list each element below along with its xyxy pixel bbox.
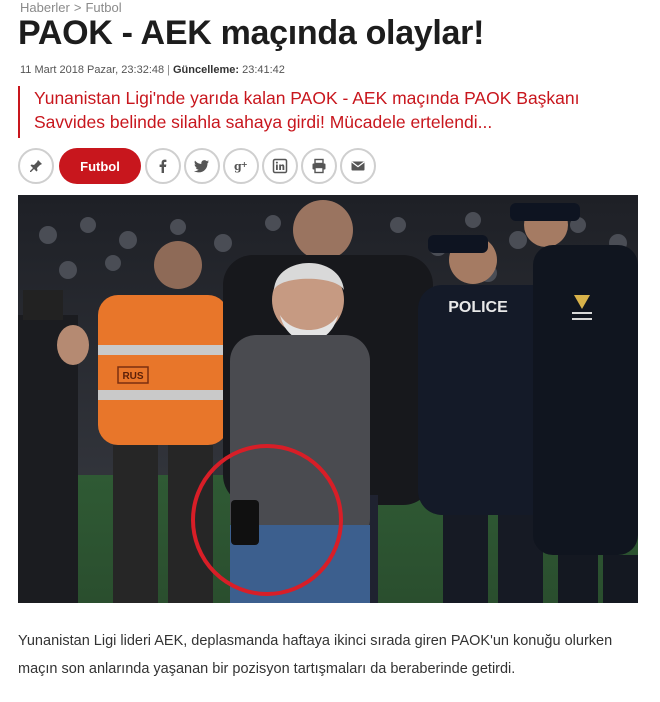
category-tag-button[interactable]: Futbol bbox=[59, 148, 141, 184]
breadcrumb: Haberler > Futbol bbox=[20, 0, 122, 15]
twitter-icon bbox=[194, 160, 209, 173]
email-icon bbox=[351, 161, 365, 171]
meta-separator: | bbox=[167, 64, 170, 76]
vest-label: RUS bbox=[122, 371, 143, 382]
breadcrumb-separator: > bbox=[73, 0, 82, 15]
police-label: POLICE bbox=[448, 299, 508, 316]
article-photo-illustration: RUS POLICE bbox=[18, 195, 638, 603]
article-photo: RUS POLICE bbox=[18, 195, 638, 603]
article-body-paragraph: Yunanistan Ligi lideri AEK, deplasmanda … bbox=[18, 633, 613, 677]
print-icon bbox=[312, 158, 326, 174]
updated-label: Güncelleme: bbox=[172, 64, 240, 76]
print-button[interactable] bbox=[301, 148, 337, 184]
publish-date: 11 Mart 2018 Pazar, 23:32:48 bbox=[20, 64, 165, 76]
facebook-icon bbox=[159, 159, 167, 173]
share-bar: Futbol g + bbox=[18, 148, 379, 184]
updated-time: 23:41:42 bbox=[242, 64, 285, 76]
email-share-button[interactable] bbox=[340, 148, 376, 184]
google-plus-share-button[interactable]: g + bbox=[223, 148, 259, 184]
facebook-share-button[interactable] bbox=[145, 148, 181, 184]
twitter-share-button[interactable] bbox=[184, 148, 220, 184]
pin-icon bbox=[30, 160, 42, 172]
pin-button[interactable] bbox=[18, 148, 54, 184]
breadcrumb-home-link[interactable]: Haberler bbox=[20, 0, 70, 15]
breadcrumb-section-link[interactable]: Futbol bbox=[85, 0, 121, 15]
article-title: PAOK - AEK maçında olaylar! bbox=[18, 14, 485, 52]
linkedin-icon bbox=[272, 158, 288, 174]
article-spot: Yunanistan Ligi'nde yarıda kalan PAOK - … bbox=[18, 86, 628, 138]
google-plus-icon: g + bbox=[234, 160, 248, 173]
svg-text:+: + bbox=[241, 160, 248, 169]
article-meta: 11 Mart 2018 Pazar, 23:32:48 | Güncelleme:… bbox=[20, 64, 285, 76]
linkedin-share-button[interactable] bbox=[262, 148, 298, 184]
